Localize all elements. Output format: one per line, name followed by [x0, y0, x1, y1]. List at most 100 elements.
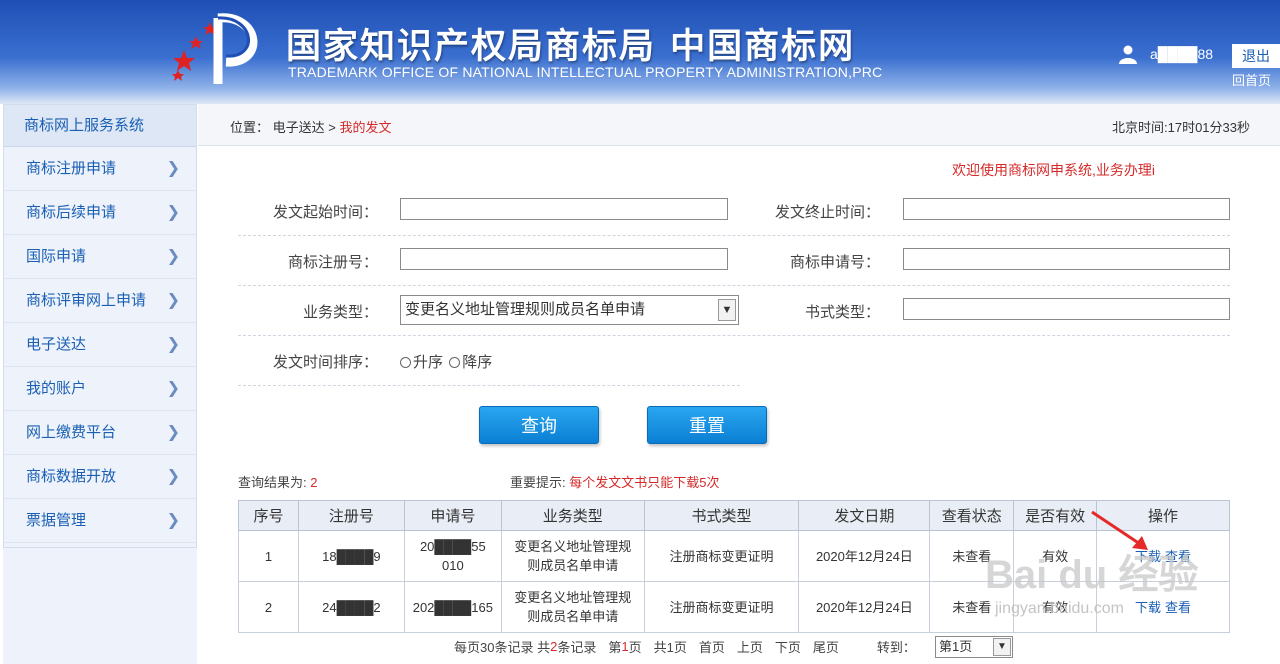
chevron-down-icon: ▼ [718, 299, 736, 321]
username: a████88 [1150, 46, 1214, 62]
cell-app-no: 202████165 [403, 581, 502, 633]
important-tip: 重要提示: 每个发文文书只能下载5次 [510, 472, 719, 491]
breadcrumb-current: 我的发文 [339, 120, 392, 135]
cell-reg-no: 24████2 [297, 581, 405, 633]
sidebar-item-my-account[interactable]: 我的账户 ❯ [4, 367, 196, 411]
reset-button[interactable]: 重置 [647, 406, 767, 444]
cell-seq: 2 [238, 581, 299, 633]
breadcrumb-sep: > [328, 120, 336, 135]
sort-asc-label: 升序 [413, 354, 444, 371]
cell-seq: 1 [238, 530, 299, 582]
pager-total-suffix: 条记录 [557, 640, 597, 655]
cell-doc-type: 注册商标变更证明 [643, 581, 800, 633]
pager-goto-select[interactable]: 第1页 ▼ [935, 636, 1013, 658]
cell-biz-type: 变更名义地址管理规则成员名单申请 [500, 530, 645, 582]
sort-asc-radio[interactable] [400, 357, 411, 368]
baidu-watermark: Bai du 经验 jingyan.baidu.com [985, 542, 1225, 632]
welcome-marquee: 欢迎使用商标网申系统,业务办理i [952, 162, 1155, 178]
chevron-right-icon: ❯ [166, 512, 180, 529]
sidebar-item-label: 商标评审网上申请 [26, 292, 147, 309]
pager-prev[interactable]: 上页 [737, 637, 763, 656]
user-area: a████88 [1118, 44, 1223, 64]
biz-type-select[interactable]: 变更名义地址管理规则成员名单申请 ▼ [400, 295, 739, 325]
reg-no-label: 商标注册号： [287, 254, 378, 271]
sidebar-item-label: 电子送达 [26, 336, 87, 353]
site-header: 国家知识产权局商标局 中国商标网 TRADEMARK OFFICE OF NAT… [0, 0, 1280, 104]
end-time-input[interactable] [903, 198, 1230, 220]
breadcrumb-bar: 位置： 电子送达 > 我的发文 北京时间:17时01分33秒 [198, 104, 1280, 146]
pager-next[interactable]: 下页 [775, 637, 801, 656]
app-no-top: 202████165 [412, 599, 493, 615]
result-count-value: 2 [310, 475, 318, 490]
chevron-right-icon: ❯ [166, 204, 180, 221]
breadcrumb-parent[interactable]: 电子送达 [273, 120, 325, 135]
sidebar-item-international[interactable]: 国际申请 ❯ [4, 235, 196, 279]
chevron-down-icon: ▼ [993, 638, 1011, 656]
logout-button[interactable]: 退出 [1232, 44, 1280, 68]
start-time-input[interactable] [400, 198, 728, 220]
sidebar-item-open-data[interactable]: 商标数据开放 ❯ [4, 455, 196, 499]
trademark-office-logo-icon [172, 13, 258, 84]
sidebar-item-follow-up[interactable]: 商标后续申请 ❯ [4, 191, 196, 235]
reg-no-input[interactable] [400, 248, 728, 270]
doc-type-label: 书式类型： [804, 304, 880, 321]
pager-current: 1 [621, 639, 629, 654]
app-no-input[interactable] [903, 248, 1230, 270]
chevron-right-icon: ❯ [166, 468, 180, 485]
site-subtitle: TRADEMARK OFFICE OF NATIONAL INTELLECTUA… [288, 64, 883, 80]
result-count-label: 查询结果为: [238, 475, 307, 490]
breadcrumb: 位置： 电子送达 > 我的发文 [230, 117, 392, 136]
pager: 每页30条记录 共 2 条记录 第1页 共1页 首页 上页 下页 尾页 转到： [454, 637, 916, 656]
pager-last[interactable]: 尾页 [813, 637, 839, 656]
sidebar-item-trademark-registration[interactable]: 商标注册申请 ❯ [4, 147, 196, 191]
result-count: 查询结果为: 2 [238, 472, 317, 491]
sidebar-item-label: 我的账户 [26, 380, 87, 397]
pager-total: 2 [550, 639, 558, 654]
col-doc-type: 书式类型 [643, 500, 800, 531]
col-date: 发文日期 [798, 500, 931, 531]
biz-type-label: 业务类型： [302, 304, 378, 321]
pager-page-suffix: 页 [628, 640, 642, 655]
tip-label: 重要提示: [510, 475, 566, 490]
pager-total-pages: 共1页 [653, 640, 687, 655]
watermark-sub: jingyan.baidu.com [995, 600, 1124, 617]
sidebar-filler [3, 548, 197, 664]
table-header-row: 序号 注册号 申请号 业务类型 书式类型 发文日期 查看状态 是否有效 操作 [238, 500, 1230, 531]
sidebar-item-e-delivery[interactable]: 电子送达 ❯ [4, 323, 196, 367]
cell-biz-type: 变更名义地址管理规则成员名单申请 [500, 581, 645, 633]
home-link[interactable]: 回首页 [1232, 70, 1271, 89]
chevron-right-icon: ❯ [166, 292, 180, 309]
sidebar-item-label: 商标后续申请 [26, 204, 117, 221]
site-title: 国家知识产权局商标局 中国商标网 [286, 26, 856, 67]
user-icon [1119, 45, 1137, 64]
sidebar: 商标网上服务系统 商标注册申请 ❯ 商标后续申请 ❯ 国际申请 ❯ 商标评审网上申请 ❯… [3, 104, 197, 548]
col-seq: 序号 [238, 500, 299, 531]
sidebar-title: 商标网上服务系统 [4, 105, 196, 147]
chevron-right-icon: ❯ [166, 380, 180, 397]
col-app-no: 申请号 [403, 500, 502, 531]
app-no-label: 商标申请号： [789, 254, 880, 271]
reg-no-redacted: 18████9 [322, 548, 381, 564]
sort-desc-radio[interactable] [449, 357, 461, 368]
cell-app-no: 20████55 010 [403, 530, 502, 582]
sidebar-item-label: 票据管理 [26, 512, 87, 529]
doc-type-input[interactable] [903, 298, 1230, 320]
sidebar-item-invoice[interactable]: 票据管理 ❯ [4, 499, 196, 543]
tip-text: 每个发文文书只能下载5次 [569, 475, 720, 490]
sidebar-item-label: 国际申请 [26, 248, 87, 265]
cell-doc-type: 注册商标变更证明 [643, 530, 800, 582]
query-button[interactable]: 查询 [479, 406, 599, 444]
cell-date: 2020年12月24日 [798, 530, 931, 582]
pager-goto-label: 转到： [876, 640, 916, 655]
cell-date: 2020年12月24日 [798, 581, 931, 633]
sort-label: 发文时间排序： [272, 354, 378, 371]
app-no-bottom: 010 [441, 558, 464, 573]
sidebar-item-payment[interactable]: 网上缴费平台 ❯ [4, 411, 196, 455]
pager-first[interactable]: 首页 [699, 637, 725, 656]
reg-no-redacted: 24████2 [322, 599, 381, 615]
pager-page-prefix: 第 [608, 640, 622, 655]
sort-desc-label: 降序 [462, 354, 493, 371]
beijing-time: 北京时间:17时01分33秒 [1112, 120, 1250, 135]
sidebar-item-label: 商标数据开放 [26, 468, 117, 485]
sidebar-item-review[interactable]: 商标评审网上申请 ❯ [4, 279, 196, 323]
